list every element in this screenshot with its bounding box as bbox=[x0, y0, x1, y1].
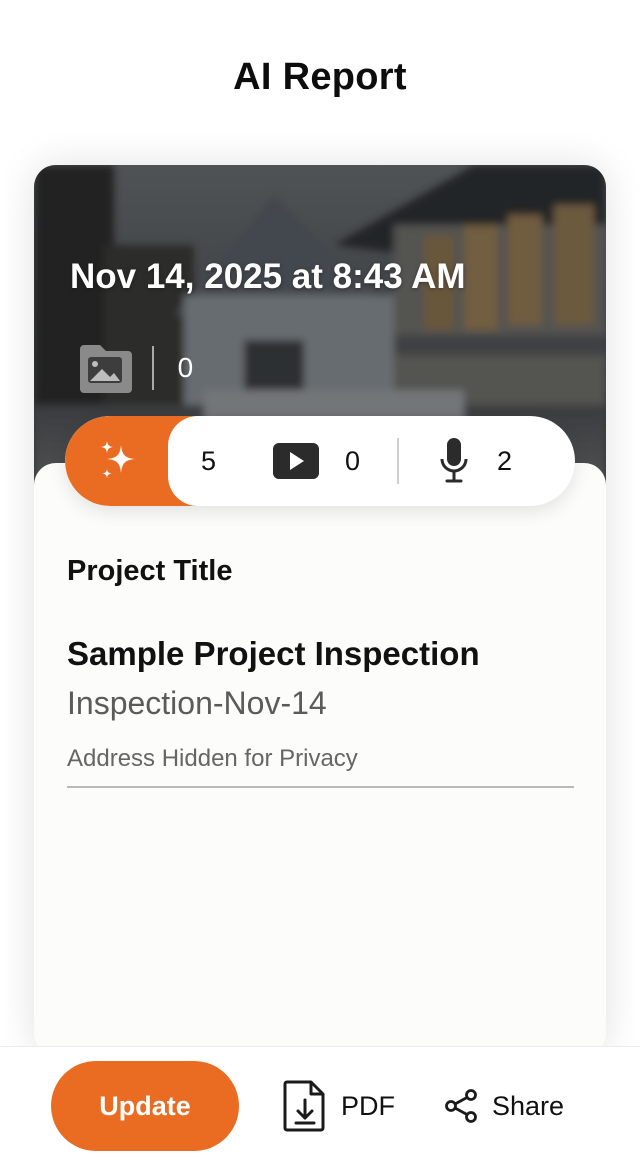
audio-count: 2 bbox=[497, 445, 513, 476]
report-card[interactable]: Nov 14, 2025 at 8:43 AM 5 0 5 bbox=[34, 165, 606, 1055]
document-download-icon bbox=[283, 1080, 325, 1132]
project-address: Address Hidden for Privacy bbox=[67, 745, 358, 772]
media-counts: 5 0 2 bbox=[197, 416, 575, 506]
image-count: 5 bbox=[201, 445, 217, 476]
microphone-icon bbox=[440, 438, 468, 483]
video-play-icon bbox=[273, 443, 319, 479]
share-button[interactable]: Share bbox=[444, 1061, 564, 1151]
ai-generate-button[interactable] bbox=[65, 416, 198, 506]
hero-stats: 5 0 bbox=[78, 341, 193, 395]
project-title-label: Project Title bbox=[67, 555, 233, 587]
header: AI Report bbox=[0, 0, 640, 150]
project-name: Sample Project Inspection bbox=[67, 635, 480, 672]
image-folder-icon bbox=[80, 345, 132, 393]
address-divider bbox=[67, 786, 574, 788]
share-label: Share bbox=[492, 1090, 565, 1121]
report-datetime: Nov 14, 2025 at 8:43 AM bbox=[70, 257, 466, 296]
pdf-label: PDF bbox=[341, 1090, 395, 1121]
hero-divider bbox=[151, 346, 154, 390]
bottom-action-bar: Update PDF Share bbox=[0, 1046, 640, 1173]
pdf-button[interactable]: PDF bbox=[283, 1061, 395, 1151]
project-code: Inspection-Nov-14 bbox=[67, 685, 327, 721]
media-divider bbox=[397, 438, 399, 484]
video-count: 0 bbox=[345, 445, 361, 476]
media-summary-bar[interactable]: 5 0 2 bbox=[65, 416, 575, 506]
share-icon bbox=[445, 1089, 477, 1123]
update-button[interactable]: Update bbox=[51, 1061, 239, 1151]
sparkles-icon bbox=[101, 441, 135, 478]
second-count: 0 bbox=[177, 352, 194, 383]
page-title: AI Report bbox=[233, 55, 407, 98]
